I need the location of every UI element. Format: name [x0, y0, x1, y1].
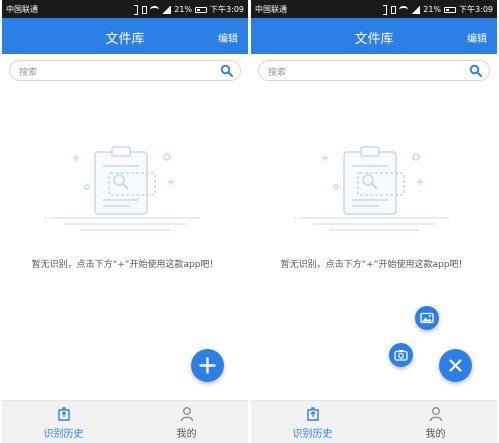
tab-recognition-history[interactable]: 识别历史: [2, 401, 125, 443]
person-icon: [180, 407, 194, 422]
document-upload-icon: [307, 407, 319, 421]
bluetooth-icon: [381, 5, 388, 14]
tab-label: 我的: [425, 429, 446, 440]
gallery-action-button[interactable]: [415, 306, 439, 330]
camera-action-button[interactable]: [389, 343, 413, 367]
signal-icon: [411, 5, 421, 14]
plus-icon: [199, 357, 216, 374]
edit-button[interactable]: 编辑: [467, 30, 487, 45]
add-fab-button[interactable]: [191, 349, 224, 382]
bottom-tab-bar: 识别历史 我的: [251, 400, 497, 443]
search-icon[interactable]: [469, 64, 483, 78]
battery-icon: [444, 6, 457, 13]
edit-button[interactable]: 编辑: [218, 30, 238, 45]
status-bar: 中国联通 21% 下午3:09: [2, 0, 248, 18]
wifi-icon: [399, 6, 409, 13]
tab-recognition-history[interactable]: 识别历史: [251, 401, 374, 443]
tab-label: 识别历史: [43, 429, 84, 440]
bluetooth-icon: [132, 5, 139, 14]
signal-icon: [162, 5, 172, 14]
search-placeholder: 搜索: [268, 68, 287, 78]
status-bar: 中国联通 21% 下午3:09: [251, 0, 497, 18]
battery-percent: 21%: [423, 5, 442, 14]
battery-percent: 21%: [174, 5, 193, 14]
app-header: 文件库 编辑: [251, 18, 497, 54]
carrier-label: 中国联通: [255, 5, 287, 14]
search-placeholder: 搜索: [19, 68, 38, 78]
tab-my[interactable]: 我的: [125, 401, 248, 443]
empty-state-illustration: [293, 146, 449, 231]
phone-screen-expanded: 中国联通 21% 下午3:09 文件库 编辑 搜索 暂无识别，点击下方“+”开始…: [251, 0, 497, 443]
empty-state-message: 暂无识别，点击下方“+”开始使用这款app吧！: [31, 260, 219, 270]
status-indicators: 21% 下午3:09: [132, 4, 244, 15]
search-input[interactable]: 搜索: [258, 60, 490, 81]
person-icon: [429, 407, 443, 422]
close-icon: [449, 359, 462, 372]
empty-state-illustration: [44, 146, 200, 231]
phone-screen-collapsed: 中国联通 21% 下午3:09 文件库 编辑 搜索 暂无识别，点击下方“+”开始…: [2, 0, 248, 443]
tab-label: 我的: [176, 429, 197, 440]
vibrate-icon: [391, 5, 397, 14]
search-icon[interactable]: [220, 64, 234, 78]
clock: 下午3:09: [210, 5, 244, 14]
image-icon: [420, 312, 434, 324]
wifi-icon: [150, 6, 160, 13]
tab-my[interactable]: 我的: [374, 401, 497, 443]
status-indicators: 21% 下午3:09: [381, 4, 493, 15]
carrier-label: 中国联通: [6, 5, 38, 14]
empty-state-message: 暂无识别，点击下方“+”开始使用这款app吧！: [280, 260, 468, 270]
page-title: 文件库: [354, 32, 394, 47]
vibrate-icon: [142, 5, 148, 14]
bottom-tab-bar: 识别历史 我的: [2, 400, 248, 443]
clock: 下午3:09: [459, 5, 493, 14]
page-title: 文件库: [105, 32, 145, 47]
camera-icon: [394, 350, 408, 361]
battery-icon: [195, 6, 208, 13]
app-header: 文件库 编辑: [2, 18, 248, 54]
close-fab-button[interactable]: [439, 349, 472, 382]
search-input[interactable]: 搜索: [9, 60, 241, 81]
document-upload-icon: [58, 407, 70, 421]
tab-label: 识别历史: [292, 429, 333, 440]
